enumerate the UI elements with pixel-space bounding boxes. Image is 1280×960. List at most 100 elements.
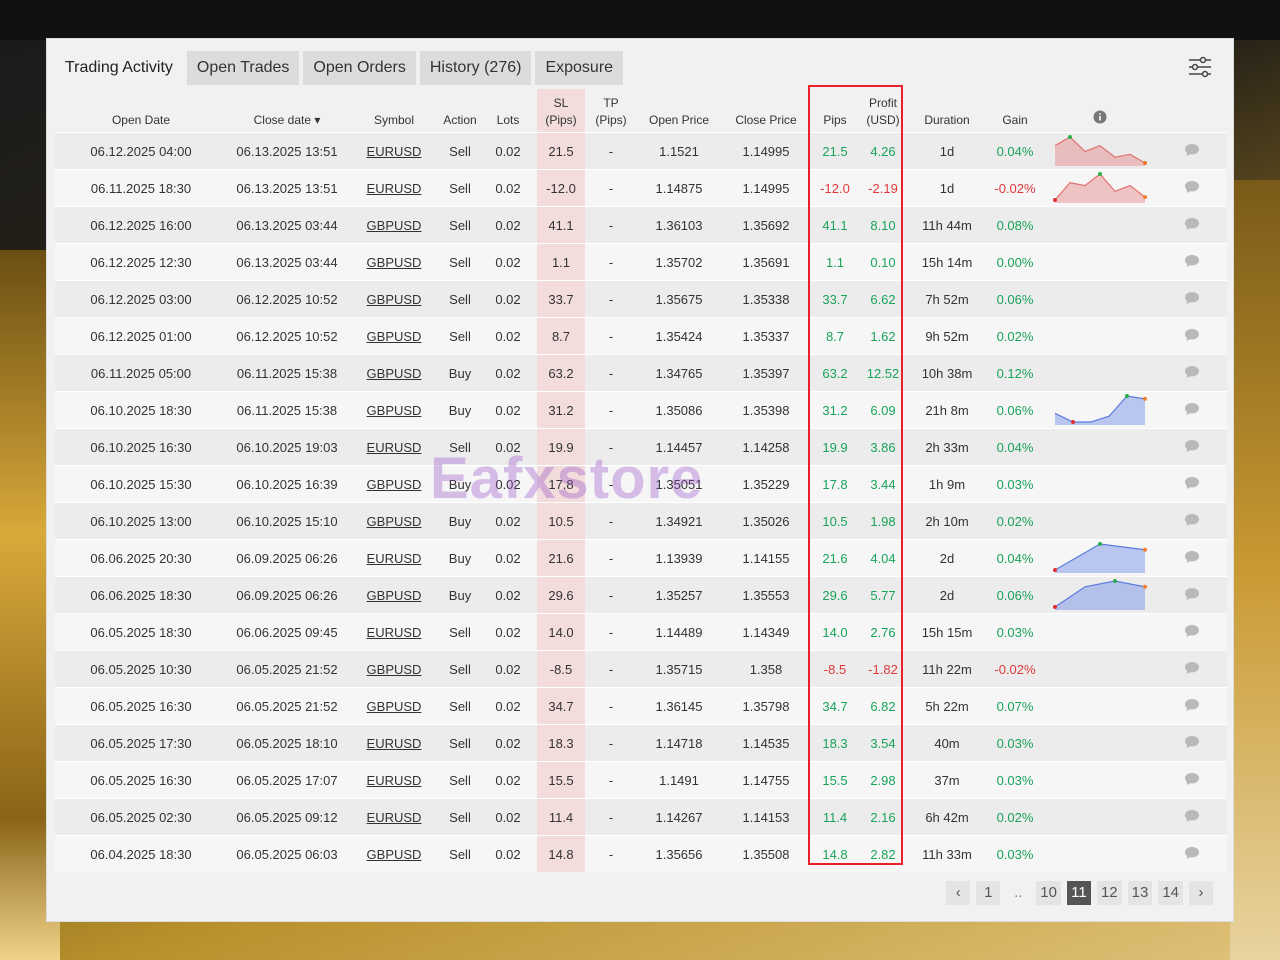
page-14-button[interactable]: 14	[1158, 881, 1183, 905]
comment-icon[interactable]	[1184, 291, 1200, 305]
symbol-link[interactable]: EURUSD	[367, 736, 422, 751]
cell-symbol[interactable]: GBPUSD	[347, 835, 441, 872]
table-row[interactable]: 06.06.2025 20:30 06.09.2025 06:26 EURUSD Bu…	[55, 539, 1227, 577]
table-row[interactable]: 06.05.2025 16:30 06.05.2025 17:07 EURUSD Se…	[55, 761, 1227, 799]
table-row[interactable]: 06.12.2025 12:30 06.13.2025 03:44 GBPUSD Se…	[55, 243, 1227, 281]
tab-history[interactable]: History (276)	[419, 51, 532, 85]
symbol-link[interactable]: GBPUSD	[367, 588, 422, 603]
cell-symbol[interactable]: GBPUSD	[347, 280, 441, 318]
comment-icon[interactable]	[1184, 402, 1200, 416]
table-row[interactable]: 06.12.2025 01:00 06.12.2025 10:52 GBPUSD Se…	[55, 317, 1227, 355]
comment-icon[interactable]	[1184, 698, 1200, 712]
symbol-link[interactable]: EURUSD	[367, 625, 422, 640]
table-row[interactable]: 06.05.2025 17:30 06.05.2025 18:10 EURUSD Se…	[55, 724, 1227, 762]
cell-symbol[interactable]: EURUSD	[347, 613, 441, 651]
cell-symbol[interactable]: GBPUSD	[347, 576, 441, 614]
table-row[interactable]: 06.11.2025 05:00 06.11.2025 15:38 GBPUSD Bu…	[55, 354, 1227, 392]
table-row[interactable]: 06.10.2025 13:00 06.10.2025 15:10 GBPUSD Bu…	[55, 502, 1227, 540]
col-open-date[interactable]: Open Date	[55, 89, 227, 133]
page-12-button[interactable]: 12	[1096, 881, 1122, 905]
table-row[interactable]: 06.11.2025 18:30 06.13.2025 13:51 EURUSD Se…	[55, 169, 1227, 207]
comment-icon[interactable]	[1184, 217, 1200, 231]
table-row[interactable]: 06.05.2025 10:30 06.05.2025 21:52 GBPUSD Se…	[55, 650, 1227, 688]
cell-symbol[interactable]: GBPUSD	[347, 502, 441, 540]
tab-open-trades[interactable]: Open Trades	[186, 51, 300, 85]
symbol-link[interactable]: EURUSD	[367, 144, 422, 159]
table-row[interactable]: 06.04.2025 18:30 06.05.2025 06:03 GBPUSD Se…	[55, 835, 1227, 872]
filter-settings-icon[interactable]	[1187, 55, 1213, 79]
comment-icon[interactable]	[1184, 550, 1200, 564]
cell-symbol[interactable]: EURUSD	[347, 132, 441, 170]
comment-icon[interactable]	[1184, 513, 1200, 527]
comment-icon[interactable]	[1184, 439, 1200, 453]
col-tp[interactable]: TP (Pips)	[585, 89, 637, 133]
cell-symbol[interactable]: EURUSD	[347, 761, 441, 799]
col-symbol[interactable]: Symbol	[347, 89, 441, 133]
symbol-link[interactable]: GBPUSD	[367, 477, 422, 492]
symbol-link[interactable]: GBPUSD	[367, 218, 422, 233]
cell-symbol[interactable]: EURUSD	[347, 428, 441, 466]
cell-symbol[interactable]: GBPUSD	[347, 243, 441, 281]
symbol-link[interactable]: GBPUSD	[367, 292, 422, 307]
page-13-button[interactable]: 13	[1127, 881, 1153, 905]
symbol-link[interactable]: EURUSD	[367, 810, 422, 825]
cell-symbol[interactable]: GBPUSD	[347, 317, 441, 355]
symbol-link[interactable]: GBPUSD	[367, 662, 422, 677]
cell-symbol[interactable]: GBPUSD	[347, 465, 441, 503]
cell-symbol[interactable]: GBPUSD	[347, 206, 441, 244]
table-row[interactable]: 06.05.2025 02:30 06.05.2025 09:12 EURUSD Se…	[55, 798, 1227, 836]
col-open-price[interactable]: Open Price	[637, 89, 721, 133]
comment-icon[interactable]	[1184, 365, 1200, 379]
col-action[interactable]: Action	[441, 89, 479, 133]
col-close-price[interactable]: Close Price	[721, 89, 811, 133]
cell-symbol[interactable]: EURUSD	[347, 798, 441, 836]
page-1-button[interactable]: 1	[976, 881, 1001, 905]
symbol-link[interactable]: EURUSD	[367, 773, 422, 788]
table-row[interactable]: 06.05.2025 18:30 06.06.2025 09:45 EURUSD Se…	[55, 613, 1227, 651]
comment-icon[interactable]	[1184, 624, 1200, 638]
col-profit[interactable]: Profit (USD)	[859, 89, 907, 133]
table-row[interactable]: 06.12.2025 04:00 06.13.2025 13:51 EURUSD Se…	[55, 132, 1227, 170]
cell-symbol[interactable]: GBPUSD	[347, 354, 441, 392]
table-row[interactable]: 06.10.2025 15:30 06.10.2025 16:39 GBPUSD Bu…	[55, 465, 1227, 503]
comment-icon[interactable]	[1184, 328, 1200, 342]
col-pips[interactable]: Pips	[811, 89, 859, 133]
col-lots[interactable]: Lots	[479, 89, 537, 133]
tab-trading-activity[interactable]: Trading Activity	[55, 51, 183, 85]
table-row[interactable]: 06.06.2025 18:30 06.09.2025 06:26 GBPUSD Bu…	[55, 576, 1227, 614]
col-sl[interactable]: SL (Pips)	[537, 89, 585, 133]
cell-symbol[interactable]: EURUSD	[347, 724, 441, 762]
info-icon[interactable]	[1093, 110, 1107, 124]
col-close-date[interactable]: Close date ▾	[227, 89, 347, 133]
symbol-link[interactable]: GBPUSD	[367, 847, 422, 862]
comment-icon[interactable]	[1184, 772, 1200, 786]
symbol-link[interactable]: EURUSD	[367, 181, 422, 196]
cell-symbol[interactable]: GBPUSD	[347, 650, 441, 688]
comment-icon[interactable]	[1184, 180, 1200, 194]
prev-page-button[interactable]: ‹	[946, 881, 971, 905]
symbol-link[interactable]: GBPUSD	[367, 366, 422, 381]
cell-symbol[interactable]: EURUSD	[347, 169, 441, 207]
symbol-link[interactable]: GBPUSD	[367, 699, 422, 714]
symbol-link[interactable]: EURUSD	[367, 551, 422, 566]
comment-icon[interactable]	[1184, 809, 1200, 823]
comment-icon[interactable]	[1184, 661, 1200, 675]
cell-symbol[interactable]: GBPUSD	[347, 687, 441, 725]
comment-icon[interactable]	[1184, 143, 1200, 157]
table-row[interactable]: 06.10.2025 16:30 06.10.2025 19:03 EURUSD Se…	[55, 428, 1227, 466]
symbol-link[interactable]: GBPUSD	[367, 329, 422, 344]
table-row[interactable]: 06.12.2025 03:00 06.12.2025 10:52 GBPUSD Se…	[55, 280, 1227, 318]
symbol-link[interactable]: GBPUSD	[367, 255, 422, 270]
symbol-link[interactable]: GBPUSD	[367, 403, 422, 418]
next-page-button[interactable]: ›	[1189, 881, 1213, 905]
comment-icon[interactable]	[1184, 587, 1200, 601]
cell-symbol[interactable]: EURUSD	[347, 539, 441, 577]
col-duration[interactable]: Duration	[907, 89, 987, 133]
table-row[interactable]: 06.12.2025 16:00 06.13.2025 03:44 GBPUSD Se…	[55, 206, 1227, 244]
table-row[interactable]: 06.05.2025 16:30 06.05.2025 21:52 GBPUSD Se…	[55, 687, 1227, 725]
comment-icon[interactable]	[1184, 254, 1200, 268]
page-10-button[interactable]: 10	[1036, 881, 1061, 905]
col-gain[interactable]: Gain	[987, 89, 1043, 133]
tab-open-orders[interactable]: Open Orders	[303, 51, 416, 85]
tab-exposure[interactable]: Exposure	[535, 51, 624, 85]
